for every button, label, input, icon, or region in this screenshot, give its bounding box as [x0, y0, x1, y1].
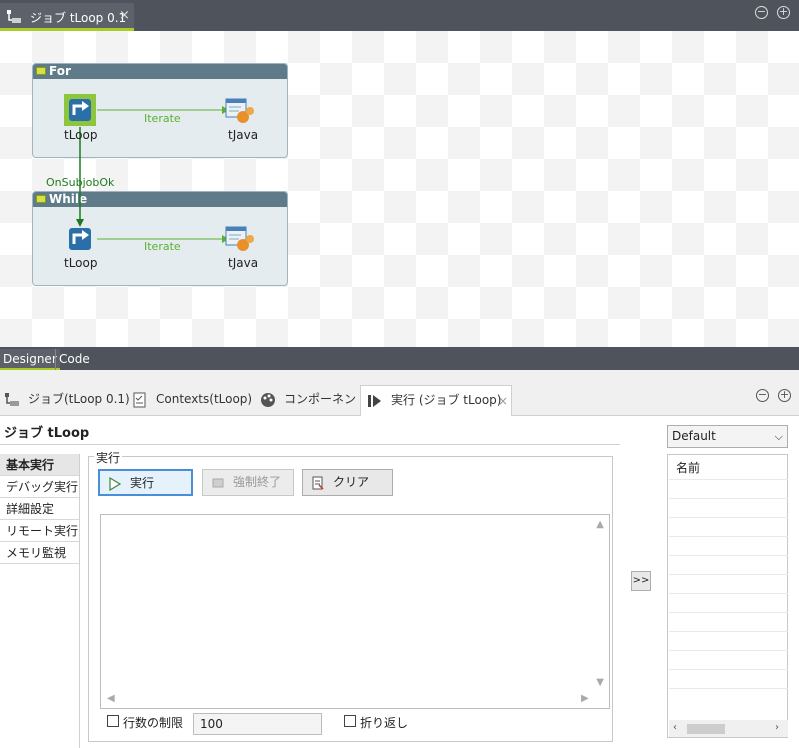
wrap-label: 折り返し — [360, 716, 409, 730]
close-icon[interactable]: × — [498, 387, 508, 415]
tab-code[interactable]: Code — [55, 349, 93, 370]
context-select-value: Default — [672, 429, 716, 443]
tab-label: コンポーネント — [284, 392, 369, 406]
kill-button[interactable]: 強制終了 — [202, 469, 294, 496]
stop-icon — [212, 478, 224, 488]
limit-lines-input[interactable]: 100 — [193, 713, 322, 735]
run-button-label: 実行 — [130, 476, 155, 490]
link-label: Iterate — [144, 240, 181, 253]
maximize-icon[interactable]: + — [777, 6, 790, 19]
editor-tab-job[interactable]: ジョブ tLoop 0.1 × — [0, 3, 134, 31]
tjava-icon[interactable] — [225, 225, 255, 253]
table-row-divider — [669, 669, 788, 670]
group-label: 実行 — [94, 449, 123, 466]
tab-label: 実行 (ジョブ tLoop) — [391, 393, 502, 407]
component-label: tJava — [228, 256, 259, 270]
maximize-icon[interactable]: + — [778, 389, 791, 402]
clear-button[interactable]: クリア — [302, 469, 393, 496]
column-header-name: 名前 — [676, 461, 701, 475]
tab-designer[interactable]: Designer — [0, 349, 60, 370]
table-row-divider — [669, 631, 788, 632]
tloop-icon[interactable] — [64, 94, 96, 126]
limit-lines-label: 行数の制限 — [123, 716, 184, 730]
scroll-down-icon[interactable]: ▼ — [596, 677, 604, 688]
table-row-divider — [669, 593, 788, 594]
views-tab-bar: ジョブ(tLoop 0.1) Contexts(tLoop) コンポーネント 実… — [0, 375, 799, 416]
tjava-icon[interactable] — [225, 97, 255, 125]
context-select[interactable]: Default ⌵ — [667, 425, 788, 448]
table-row-divider — [669, 479, 788, 480]
tab-label: ジョブ(tLoop 0.1) — [28, 392, 130, 406]
panel-title: ジョブ tLoop — [4, 426, 90, 441]
connections — [76, 106, 229, 243]
link-label: Iterate — [144, 112, 181, 125]
canvas-tab-bar: Designer Code — [0, 347, 799, 370]
nav-advanced-settings[interactable]: 詳細設定 — [0, 498, 79, 520]
palette-icon — [261, 393, 275, 407]
scroll-right-icon[interactable]: › — [775, 722, 779, 733]
clear-button-label: クリア — [333, 475, 370, 489]
component-label: tLoop — [64, 256, 98, 270]
contexts-icon — [133, 392, 146, 408]
clear-icon — [312, 476, 324, 490]
trigger-label: OnSubjobOk — [46, 176, 115, 189]
tab-run[interactable]: 実行 (ジョブ tLoop) × — [360, 385, 512, 416]
table-row-divider — [669, 517, 788, 518]
nav-remote-run[interactable]: リモート実行 — [0, 520, 79, 542]
table-row-divider — [669, 498, 788, 499]
run-panel: ジョブ tLoop 基本実行 デバッグ実行 詳細設定 リモート実行 メモリ監視 … — [0, 416, 799, 748]
job-icon — [5, 393, 19, 406]
table-row-divider — [669, 688, 788, 689]
chevron-down-icon: ⌵ — [774, 430, 783, 443]
tab-contexts[interactable]: Contexts(tLoop) — [132, 385, 253, 416]
tab-component[interactable]: コンポーネント — [260, 385, 368, 416]
scroll-up-icon[interactable]: ▲ — [596, 519, 604, 530]
console-output[interactable]: ▲ ▼ ◀ ▶ — [100, 514, 610, 709]
table-row-divider — [669, 650, 788, 651]
editor-tab-label: ジョブ tLoop 0.1 — [30, 11, 127, 25]
run-icon — [368, 395, 381, 407]
run-button[interactable]: 実行 — [98, 469, 193, 496]
minimize-icon[interactable]: − — [755, 6, 768, 19]
scroll-left-icon[interactable]: ‹ — [673, 722, 677, 733]
close-icon[interactable]: × — [119, 8, 130, 23]
table-row-divider — [669, 555, 788, 556]
editor-tab-bar: ジョブ tLoop 0.1 × − + — [0, 0, 799, 31]
play-icon — [109, 477, 122, 491]
table-row-divider — [669, 536, 788, 537]
job-icon — [7, 10, 21, 23]
nav-basic-run[interactable]: 基本実行 — [0, 454, 79, 476]
wrap-checkbox[interactable] — [344, 715, 356, 727]
nav-memory-monitor[interactable]: メモリ監視 — [0, 542, 79, 564]
kill-button-label: 強制終了 — [233, 475, 282, 489]
scroll-left-icon[interactable]: ◀ — [107, 693, 115, 704]
tloop-icon[interactable] — [64, 223, 96, 255]
divider — [0, 444, 620, 445]
run-nav: 基本実行 デバッグ実行 詳細設定 リモート実行 メモリ監視 — [0, 454, 80, 748]
limit-lines-checkbox[interactable] — [107, 715, 119, 727]
tab-job[interactable]: ジョブ(tLoop 0.1) — [4, 385, 130, 416]
table-row-divider — [669, 574, 788, 575]
expand-context-button[interactable]: >> — [631, 571, 651, 591]
nav-debug-run[interactable]: デバッグ実行 — [0, 476, 79, 498]
context-table: 名前 ‹ › — [667, 454, 788, 738]
component-label: tJava — [228, 128, 259, 142]
horizontal-scrollbar[interactable]: ‹ › — [669, 720, 788, 737]
scrollbar-thumb[interactable] — [687, 724, 725, 734]
table-row-divider — [669, 612, 788, 613]
tab-label: Contexts(tLoop) — [156, 392, 253, 406]
minimize-icon[interactable]: − — [756, 389, 769, 402]
design-canvas[interactable]: For While tLoop Iterate tJava OnSubjobOk — [0, 31, 799, 347]
scroll-right-icon[interactable]: ▶ — [581, 693, 589, 704]
component-label: tLoop — [64, 128, 98, 142]
